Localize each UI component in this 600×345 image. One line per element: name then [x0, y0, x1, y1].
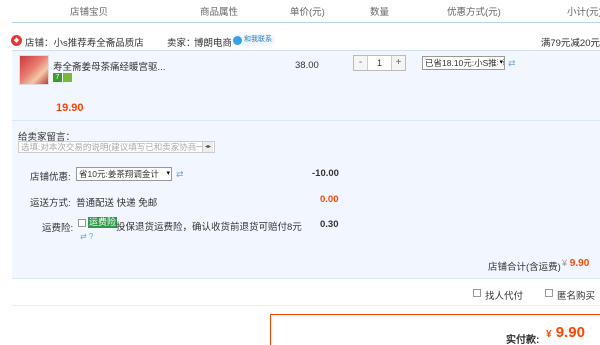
insurance-help-icon[interactable]: ⇄ ?	[80, 232, 93, 241]
item-discount-select[interactable]: 已省18.10元:小S推荐 ▾	[422, 56, 505, 70]
unit-price: 38.00	[295, 60, 319, 71]
quantity-input[interactable]: 1	[368, 56, 391, 70]
col-price: 单价(元)	[290, 7, 325, 18]
currency-symbol: ¥	[546, 329, 552, 340]
insurance-tag: 运费险	[88, 217, 118, 228]
shipping-label: 运送方式:	[30, 198, 71, 209]
shop-discount-label: 店铺优惠:	[30, 172, 71, 183]
product-thumbnail[interactable]	[19, 55, 49, 85]
message-resize-handle[interactable]: ◂▸	[202, 142, 213, 152]
product-title[interactable]: 寿全斋姜母茶痛经暖宫驱...	[53, 59, 165, 73]
shop-discount-amount: -10.00	[312, 168, 339, 179]
shop-total-value: 9.90	[569, 258, 590, 269]
proxy-pay-label[interactable]: 找人代付	[485, 288, 523, 302]
seller-label: 卖家：	[167, 38, 196, 49]
currency-symbol: ¥	[562, 258, 568, 268]
chat-icon	[233, 35, 242, 45]
shipping-value: 普通配送 快递 免邮	[76, 198, 158, 209]
shop-total-label: 店铺合计(含运费)	[488, 262, 561, 273]
col-subtotal: 小计(元)	[567, 7, 600, 18]
anonymous-checkbox[interactable]	[545, 289, 553, 297]
contact-seller-button[interactable]: 和我联系	[231, 34, 275, 46]
payment-value: 9.90	[555, 324, 585, 341]
service-badge-icon	[63, 73, 72, 82]
quantity-increase-button[interactable]: +	[391, 56, 405, 70]
insurance-label: 运费险:	[42, 223, 74, 234]
shop-promo: 满79元减20元	[540, 38, 600, 49]
refresh-icon[interactable]: ⇄	[176, 169, 184, 180]
shop-total: ¥ 9.90	[562, 258, 589, 269]
item-discount-value: 已省18.10元:小S推荐	[425, 58, 505, 68]
item-subtotal: 19.90	[56, 102, 84, 114]
shop-name[interactable]: 店铺：小s推荐寿全斋品质店	[25, 35, 144, 49]
shop-row: ◆ 店铺：小s推荐寿全斋品质店 卖家： 博朗电商 和我联系 满79元减20元	[0, 30, 600, 50]
payment-amount: ¥ 9.90	[546, 324, 585, 341]
shop-discount-select[interactable]: 省10元:姜茶翔调金计 ▾	[76, 167, 172, 181]
chevron-down-icon: ▾	[165, 168, 170, 180]
column-header: 店铺宝贝 商品属性 单价(元) 数量 优惠方式(元) 小计(元)	[0, 0, 600, 22]
insurance-amount: 0.30	[320, 219, 339, 230]
proxy-pay-checkbox[interactable]	[473, 289, 481, 297]
col-attr: 商品属性	[200, 7, 239, 18]
seven-day-return-icon: 7	[53, 73, 62, 82]
col-qty: 数量	[370, 7, 390, 18]
insurance-checkbox[interactable]	[78, 219, 86, 227]
refresh-icon[interactable]: ⇄	[508, 58, 516, 69]
contact-label: 和我联系	[244, 36, 272, 43]
col-discount: 优惠方式(元)	[447, 7, 501, 18]
anonymous-label[interactable]: 匿名购买	[557, 288, 595, 302]
quantity-stepper: - 1 +	[353, 55, 406, 71]
message-input[interactable]: 选填:对本次交易的说明(建议填写已和卖家协商一致的内容)	[18, 141, 215, 153]
chevron-down-icon: ▾	[498, 57, 503, 69]
shop-icon: ◆	[11, 35, 22, 46]
col-item: 店铺宝贝	[70, 7, 109, 18]
summary-divider	[12, 278, 600, 279]
insurance-description: 投保退货运费险，确认收货前退货可赔付8元	[116, 222, 302, 233]
shop-discount-value: 省10元:姜茶翔调金计	[79, 169, 159, 179]
payment-label: 实付款:	[506, 335, 540, 345]
seller-name[interactable]: 博朗电商	[194, 35, 232, 49]
options-divider	[12, 305, 600, 306]
shipping-amount: 0.00	[320, 194, 339, 205]
header-divider	[12, 22, 600, 23]
quantity-decrease-button[interactable]: -	[354, 56, 368, 70]
